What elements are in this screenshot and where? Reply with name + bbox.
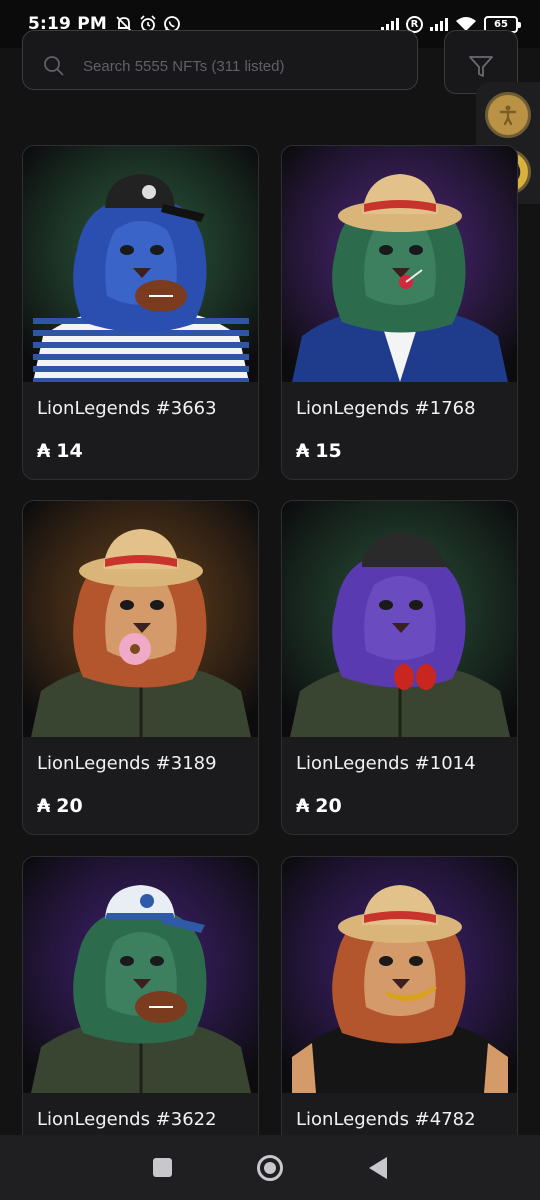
algorand-currency-icon: ₳ bbox=[37, 440, 51, 462]
filter-icon bbox=[469, 56, 493, 77]
search-icon bbox=[44, 56, 64, 76]
signal-icon bbox=[381, 17, 399, 31]
nft-title: LionLegends #1014 bbox=[296, 753, 476, 774]
battery-level: 65 bbox=[494, 18, 508, 30]
nft-price: ₳ 20 bbox=[296, 795, 342, 817]
home-button[interactable] bbox=[257, 1154, 284, 1181]
nft-title: LionLegends #3622 bbox=[37, 1109, 217, 1130]
nft-image[interactable] bbox=[282, 146, 517, 382]
algorand-currency-icon: ₳ bbox=[296, 795, 310, 817]
nft-price-value: 20 bbox=[56, 795, 83, 817]
algorand-currency-icon: ₳ bbox=[37, 795, 51, 817]
nft-title: LionLegends #3663 bbox=[37, 398, 217, 419]
nft-image[interactable] bbox=[23, 857, 258, 1093]
recent-apps-button[interactable] bbox=[152, 1158, 172, 1177]
nft-price-value: 14 bbox=[56, 440, 83, 462]
nft-image[interactable] bbox=[23, 146, 258, 382]
nft-price: ₳ 14 bbox=[37, 440, 83, 462]
nft-card[interactable]: LionLegends #1768 ₳ 15 bbox=[281, 145, 518, 480]
nft-price-value: 15 bbox=[315, 440, 342, 462]
nft-card[interactable]: LionLegends #1014 ₳ 20 bbox=[281, 500, 518, 835]
nft-price-value: 20 bbox=[315, 795, 342, 817]
search-placeholder: Search 5555 NFTs (311 listed) bbox=[83, 57, 285, 75]
signal-2-icon bbox=[430, 17, 448, 31]
search-input[interactable]: Search 5555 NFTs (311 listed) bbox=[22, 30, 418, 90]
nft-price: ₳ 15 bbox=[296, 440, 342, 462]
nft-image[interactable] bbox=[23, 501, 258, 737]
nft-card[interactable]: LionLegends #3663 ₳ 14 bbox=[22, 145, 259, 480]
nft-image[interactable] bbox=[282, 857, 517, 1093]
nft-price: ₳ 20 bbox=[37, 795, 83, 817]
nft-title: LionLegends #4782 bbox=[296, 1109, 476, 1130]
nft-title: LionLegends #3189 bbox=[37, 753, 217, 774]
back-button[interactable] bbox=[369, 1156, 388, 1179]
accessibility-button[interactable] bbox=[485, 91, 531, 138]
algorand-currency-icon: ₳ bbox=[296, 440, 310, 462]
nft-title: LionLegends #1768 bbox=[296, 398, 476, 419]
accessibility-icon bbox=[499, 105, 517, 125]
nft-card[interactable]: LionLegends #3189 ₳ 20 bbox=[22, 500, 259, 835]
nft-image[interactable] bbox=[282, 501, 517, 737]
system-navigation-bar bbox=[0, 1135, 540, 1200]
